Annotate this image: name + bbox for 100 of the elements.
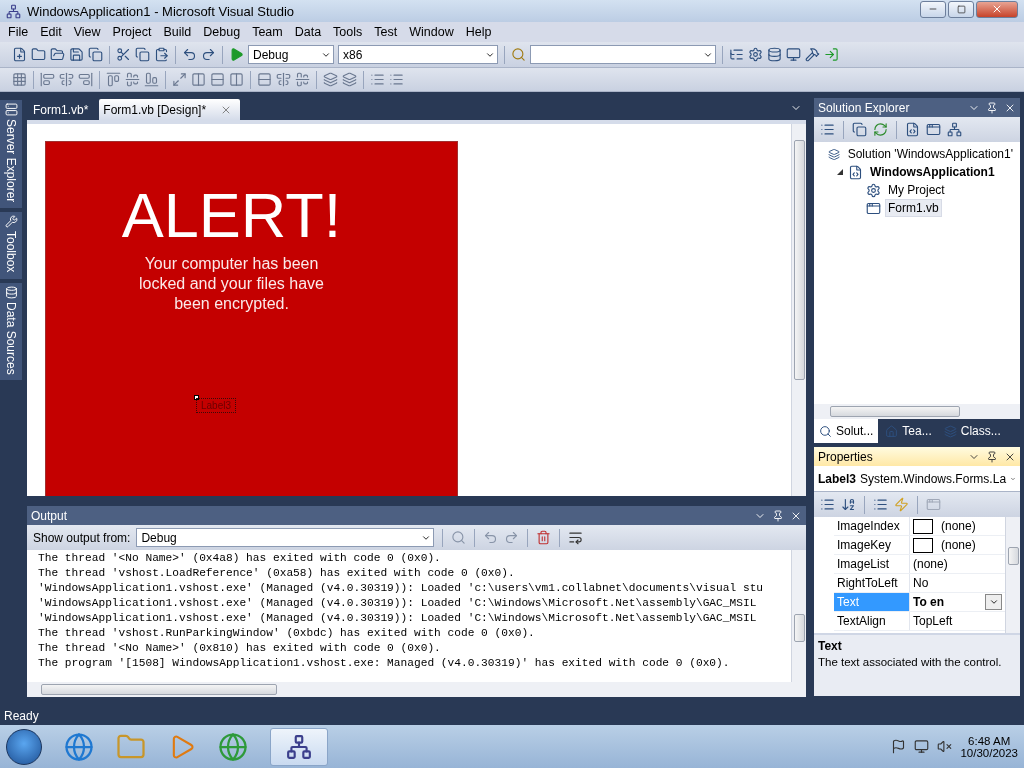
menu-item[interactable]: View <box>67 25 107 39</box>
tree-item[interactable]: My Project <box>885 181 948 199</box>
copy-icon[interactable] <box>135 47 150 62</box>
document-tab[interactable]: Form1.vb [Design]* <box>99 99 241 120</box>
columns-icon[interactable] <box>229 72 244 87</box>
panel-tab[interactable]: Class... <box>938 419 1006 443</box>
align-middle-icon[interactable] <box>125 72 140 87</box>
maximize-button[interactable] <box>948 0 974 18</box>
property-name[interactable]: ImageKey <box>834 536 910 554</box>
start-icon[interactable] <box>229 47 244 62</box>
output-line: The thread '<No Name>' (0x810) has exited with code 0 (0x0). <box>38 641 442 656</box>
horizontal-scrollbar[interactable] <box>27 682 806 697</box>
open-folder-icon[interactable] <box>50 47 65 62</box>
panel-tab[interactable]: Tea... <box>880 419 937 443</box>
menu-item[interactable]: Window <box>403 25 460 39</box>
property-value[interactable]: TopLeft <box>913 614 1002 628</box>
tree-item[interactable]: Form1.vb <box>885 199 942 217</box>
menu-item[interactable]: Help <box>459 25 498 39</box>
property-value[interactable]: (none) <box>913 557 1002 571</box>
side-tab[interactable]: Data Sources <box>0 282 22 381</box>
find-icon[interactable] <box>451 530 467 545</box>
object-selector[interactable]: Label3 System.Windows.Forms.La <box>814 466 1020 492</box>
pin-icon[interactable] <box>772 509 784 522</box>
vertical-scrollbar[interactable] <box>791 124 806 496</box>
refresh-icon[interactable] <box>873 122 888 137</box>
platform-dropdown[interactable]: x86 <box>338 45 498 64</box>
volume-muted-icon[interactable] <box>937 739 953 754</box>
property-value[interactable]: (none) <box>941 519 1002 533</box>
panel-tab[interactable]: Solut... <box>814 419 879 443</box>
menu-item[interactable]: Debug <box>197 25 247 39</box>
center-icon[interactable] <box>276 72 291 87</box>
pin-icon[interactable] <box>986 101 998 114</box>
vertical-scrollbar[interactable] <box>1005 517 1020 633</box>
expanded-triangle-icon[interactable] <box>837 169 843 175</box>
menu-item[interactable]: Build <box>157 25 198 39</box>
property-name[interactable]: TextAlign <box>834 612 910 630</box>
find-icon[interactable] <box>511 47 526 62</box>
size-icon[interactable] <box>172 72 187 87</box>
minimize-button[interactable] <box>920 0 946 18</box>
folder-icon[interactable] <box>31 47 46 62</box>
word-wrap-icon[interactable] <box>568 530 584 545</box>
form-icon <box>866 200 881 216</box>
browser-icon[interactable] <box>64 731 94 762</box>
align-center-icon[interactable] <box>59 72 74 87</box>
align-left-icon[interactable] <box>40 72 55 87</box>
redo-icon[interactable] <box>201 47 216 62</box>
diagram-icon[interactable] <box>947 122 962 137</box>
configuration-dropdown[interactable]: Debug <box>248 45 334 64</box>
rows-icon[interactable] <box>257 72 272 87</box>
document-tab[interactable]: Form1.vb* <box>29 99 97 120</box>
rows-icon[interactable] <box>210 72 225 87</box>
undo-icon[interactable] <box>182 47 197 62</box>
property-name[interactable]: RightToLeft <box>834 574 910 592</box>
menu-item[interactable]: Edit <box>34 25 68 39</box>
description-text: The text associated with the control. <box>818 656 1003 668</box>
resize-handle[interactable] <box>194 395 199 400</box>
sort-icon[interactable] <box>841 497 856 512</box>
columns-icon[interactable] <box>191 72 206 87</box>
code-icon[interactable] <box>905 122 920 137</box>
pin-icon[interactable] <box>986 450 998 463</box>
paste-icon[interactable] <box>154 47 169 62</box>
menu-item[interactable]: File <box>2 25 35 39</box>
close-button[interactable] <box>976 0 1018 18</box>
property-value[interactable]: To en <box>913 595 977 609</box>
property-name[interactable]: ImageList <box>834 555 910 573</box>
find-dropdown[interactable] <box>530 45 716 64</box>
dropdown-button[interactable] <box>985 594 1002 610</box>
align-top-icon[interactable] <box>106 72 121 87</box>
menu-item[interactable]: Project <box>106 25 158 39</box>
browser-icon[interactable] <box>218 731 248 762</box>
tree-item[interactable]: WindowsApplication1 <box>867 163 998 181</box>
database-icon[interactable] <box>767 47 782 62</box>
grid-icon[interactable] <box>12 72 27 87</box>
new-file-icon[interactable] <box>12 47 27 62</box>
menu-item[interactable]: Data <box>288 25 328 39</box>
cut-icon[interactable] <box>116 47 131 62</box>
side-tab[interactable]: Toolbox <box>0 212 22 279</box>
save-icon[interactable] <box>69 47 84 62</box>
start-button[interactable] <box>6 728 42 765</box>
side-tab[interactable]: Server Explorer <box>0 100 22 209</box>
tree-item[interactable]: Solution 'WindowsApplication1' <box>844 145 1016 163</box>
output-source-dropdown[interactable]: Debug <box>136 528 435 547</box>
horizontal-scrollbar[interactable] <box>814 404 1020 419</box>
taskbar-app[interactable] <box>270 727 328 766</box>
menu-item[interactable]: Tools <box>327 25 369 39</box>
list-icon[interactable] <box>820 122 835 137</box>
property-value[interactable]: (none) <box>941 538 1002 552</box>
output-line: The program '[1508] WindowsApplication1.vshost.exe: Managed (v4.0.30319)' has exited with code 0 (0x0). <box>38 656 731 671</box>
menu-item[interactable]: Team <box>246 25 289 39</box>
tools-icon[interactable] <box>805 47 820 62</box>
align-right-icon[interactable] <box>78 72 93 87</box>
property-name[interactable]: ImageIndex <box>834 517 910 535</box>
clock[interactable]: 6:48 AM 10/30/2023 <box>960 734 1018 759</box>
list-icon[interactable] <box>389 72 404 87</box>
menu-item[interactable]: Test <box>368 25 404 39</box>
align-bottom-icon[interactable] <box>144 72 159 87</box>
middle-icon[interactable] <box>295 72 310 87</box>
flag-icon[interactable] <box>891 739 907 754</box>
vertical-scrollbar[interactable] <box>791 550 806 682</box>
property-value[interactable]: No <box>913 576 1002 590</box>
